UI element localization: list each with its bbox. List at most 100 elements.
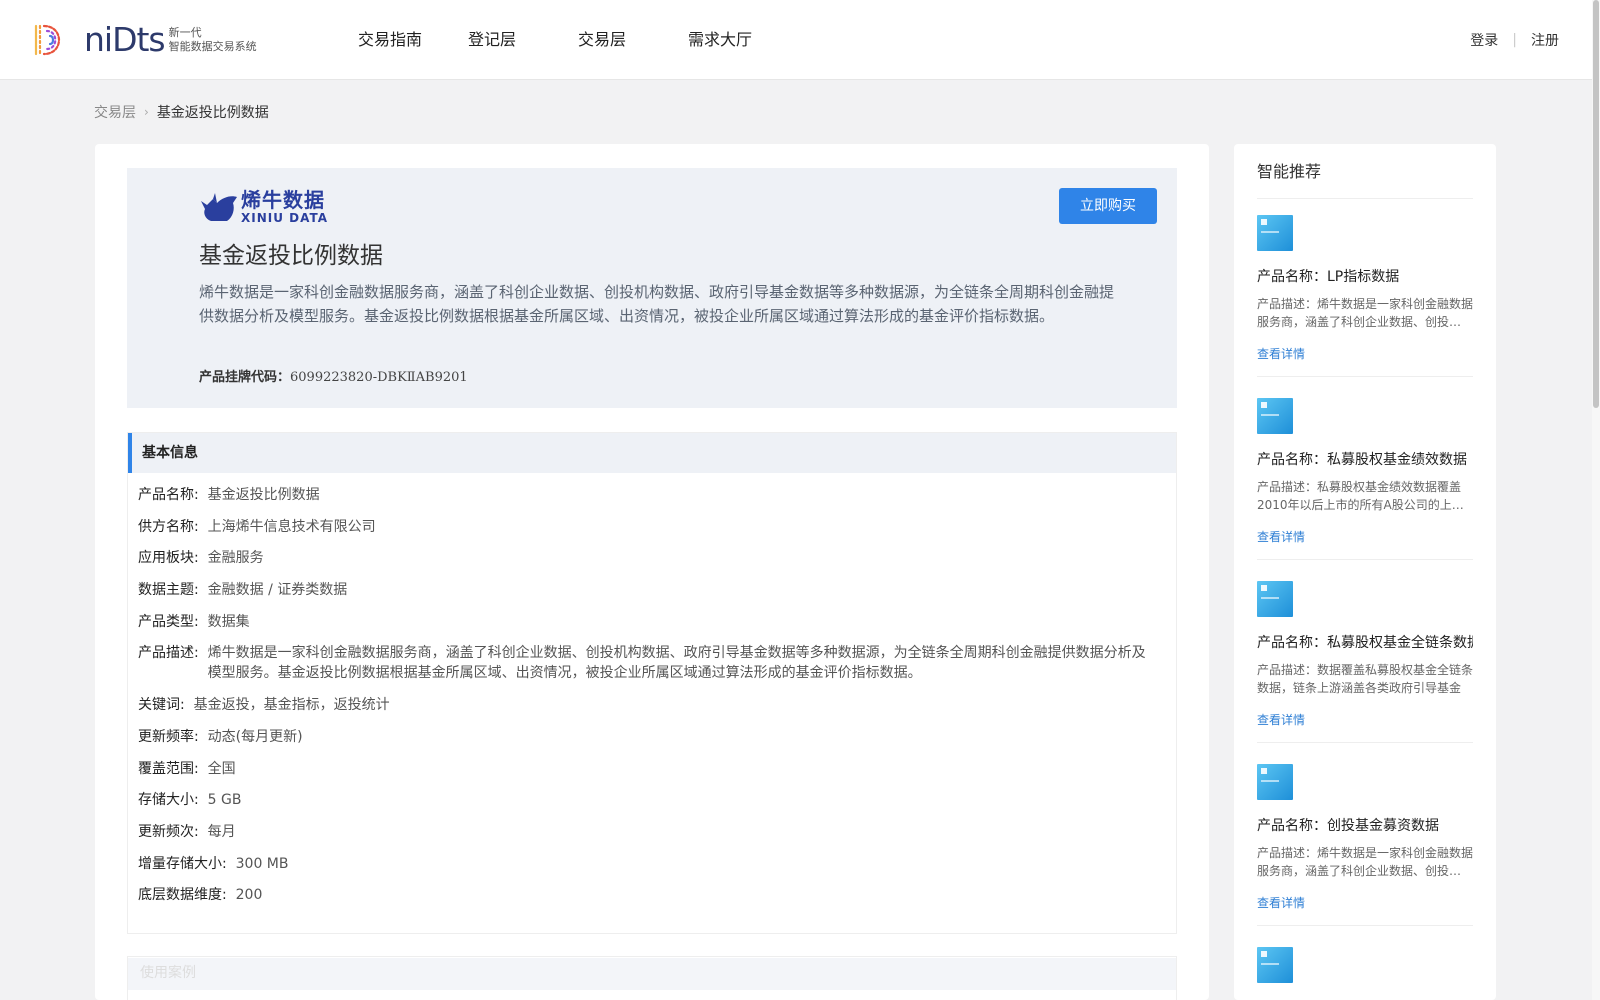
view-details-link[interactable]: 查看详情 xyxy=(1257,711,1473,728)
listing-code-label: 产品挂牌代码： xyxy=(199,370,291,385)
info-value: 300 MB xyxy=(235,855,289,872)
info-row-provider: 供方名称: 上海烯牛信息技术有限公司 xyxy=(138,517,1166,537)
info-row-description: 产品描述: 烯牛数据是一家科创金融数据服务商，涵盖了科创企业数据、创投机构数据、… xyxy=(138,643,1166,683)
item-divider xyxy=(1257,376,1473,377)
info-value: 金融数据 / 证券类数据 xyxy=(207,582,348,599)
view-details-link[interactable]: 查看详情 xyxy=(1257,528,1473,545)
view-details-link[interactable]: 查看详情 xyxy=(1257,894,1473,911)
nav-item-trading[interactable]: 交易层 xyxy=(578,0,688,80)
info-key: 产品描述: xyxy=(138,645,199,662)
info-value: 基金返投，基金指标，返投统计 xyxy=(193,697,390,714)
info-value: 全国 xyxy=(207,760,236,777)
info-key: 增量存储大小: xyxy=(138,855,227,872)
listing-code: 产品挂牌代码：6099223820-DBKⅡAB9201 xyxy=(199,366,468,385)
info-value: 基金返投比例数据 xyxy=(207,487,320,503)
product-title: 基金返投比例数据 xyxy=(199,243,383,269)
recommend-item-desc: 产品描述：私募股权基金绩效数据覆盖2010年以后上市的所有A股公司的上市前投资数… xyxy=(1257,480,1464,512)
product-thumbnail[interactable] xyxy=(1257,764,1293,800)
nav-item-demand-hall[interactable]: 需求大厅 xyxy=(688,0,798,80)
recommend-item-name[interactable]: 产品名称：私募股权基金全链条数据 xyxy=(1257,632,1473,652)
view-details-link[interactable]: 查看详情 xyxy=(1257,345,1473,362)
info-key: 数据主题: xyxy=(138,582,199,599)
main-nav: 交易指南 登记层 交易层 需求大厅 xyxy=(358,0,798,80)
recommend-item-name[interactable]: 产品名称：创投基金募资数据 xyxy=(1257,815,1473,835)
info-value: 上海烯牛信息技术有限公司 xyxy=(207,518,376,535)
info-key: 供方名称: xyxy=(138,518,199,535)
buy-now-button[interactable]: 立即购买 xyxy=(1059,188,1157,224)
info-row-update-cadence: 更新频次: 每月 xyxy=(138,822,1166,842)
recommend-item[interactable]: 产品名称：LP指标数据 产品描述：烯牛数据是一家科创金融数据服务商，涵盖了科创企… xyxy=(1257,215,1473,377)
product-thumbnail[interactable] xyxy=(1257,581,1293,617)
info-value: 烯牛数据是一家科创金融数据服务商，涵盖了科创企业数据、创投机构数据、政府引导基金… xyxy=(207,645,1146,682)
recommend-item[interactable] xyxy=(1257,947,1473,983)
info-value: 每月 xyxy=(207,823,236,840)
basic-info-section: 基本信息 产品名称: 基金返投比例数据 供方名称: 上海烯牛信息技术有限公司 应… xyxy=(127,432,1177,934)
login-link[interactable]: 登录 xyxy=(1470,30,1498,50)
info-row-incremental-storage: 增量存储大小: 300 MB xyxy=(138,854,1166,874)
recommend-item[interactable]: 产品名称：创投基金募资数据 产品描述：烯牛数据是一家科创金融数据服务商，涵盖了科… xyxy=(1257,764,1473,926)
breadcrumb: 交易层 › 基金返投比例数据 xyxy=(94,102,269,122)
listing-code-value: 6099223820-DBKⅡAB9201 xyxy=(290,370,468,385)
logo-mark-icon xyxy=(34,24,60,56)
register-link[interactable]: 注册 xyxy=(1531,30,1559,50)
info-key: 应用板块: xyxy=(138,550,199,567)
logo-tagline-2: 智能数据交易系统 xyxy=(168,40,257,53)
product-thumbnail[interactable] xyxy=(1257,947,1293,983)
recommend-item-desc: 产品描述：数据覆盖私募股权基金全链条数据，链条上游涵盖各类政府引导基金 xyxy=(1257,663,1473,695)
breadcrumb-current: 基金返投比例数据 xyxy=(156,105,269,121)
info-row-storage: 存储大小: 5 GB xyxy=(138,790,1166,810)
auth-links: 登录 | 注册 xyxy=(1470,0,1559,80)
info-row-coverage: 覆盖范围: 全国 xyxy=(138,759,1166,779)
sidebar-divider xyxy=(1257,198,1473,199)
nav-item-registration[interactable]: 登记层 xyxy=(468,0,578,80)
info-key: 存储大小: xyxy=(138,792,199,809)
info-key: 底层数据维度: xyxy=(138,887,227,904)
scrollbar-thumb[interactable] xyxy=(1593,0,1599,408)
site-logo[interactable]: niDts 新一代 智能数据交易系统 xyxy=(30,20,257,60)
info-value: 动态(每月更新) xyxy=(207,728,303,745)
info-key: 更新频次: xyxy=(138,823,199,840)
nav-item-guide[interactable]: 交易指南 xyxy=(358,0,468,80)
info-key: 更新频率: xyxy=(138,728,199,745)
recommend-item[interactable]: 产品名称：私募股权基金全链条数据 产品描述：数据覆盖私募股权基金全链条数据，链条… xyxy=(1257,581,1473,743)
recommend-item-desc: 产品描述：烯牛数据是一家科创金融数据服务商，涵盖了科创企业数据、创投机构数据 xyxy=(1257,846,1473,878)
item-divider xyxy=(1257,559,1473,560)
info-row-topic: 数据主题: 金融数据 / 证券类数据 xyxy=(138,580,1166,600)
sidebar-title: 智能推荐 xyxy=(1257,162,1322,181)
info-value: 金融服务 xyxy=(207,550,264,567)
item-divider xyxy=(1257,742,1473,743)
recommend-item-name[interactable]: 产品名称：私募股权基金绩效数据 xyxy=(1257,449,1473,469)
provider-logo: 烯牛数据 XINIU DATA xyxy=(199,190,328,224)
auth-divider: | xyxy=(1512,32,1517,48)
item-divider xyxy=(1257,925,1473,926)
info-row-sector: 应用板块: 金融服务 xyxy=(138,548,1166,568)
info-value: 数据集 xyxy=(207,613,250,630)
use-cases-section: 使用案例 xyxy=(127,956,1177,1000)
info-row-keywords: 关键词: 基金返投，基金指标，返投统计 xyxy=(138,695,1166,715)
basic-info-list: 产品名称: 基金返投比例数据 供方名称: 上海烯牛信息技术有限公司 应用板块: … xyxy=(128,473,1176,905)
info-row-product-name: 产品名称: 基金返投比例数据 xyxy=(138,485,1166,505)
recommend-item[interactable]: 产品名称：私募股权基金绩效数据 产品描述：私募股权基金绩效数据覆盖2010年以后… xyxy=(1257,398,1473,560)
logo-tagline-1: 新一代 xyxy=(168,26,202,39)
provider-name-cn: 烯牛数据 xyxy=(241,188,325,212)
product-detail-card: 烯牛数据 XINIU DATA 立即购买 基金返投比例数据 烯牛数据是一家科创金… xyxy=(95,144,1209,1000)
breadcrumb-trading-link[interactable]: 交易层 xyxy=(94,102,136,122)
use-cases-heading: 使用案例 xyxy=(128,958,1176,990)
page-scrollbar[interactable] xyxy=(1592,0,1600,1000)
product-thumbnail[interactable] xyxy=(1257,398,1293,434)
chevron-right-icon: › xyxy=(144,105,149,119)
info-row-dimensions: 底层数据维度: 200 xyxy=(138,885,1166,905)
recommend-item-desc: 产品描述：烯牛数据是一家科创金融数据服务商，涵盖了科创企业数据、创投机构数据 xyxy=(1257,297,1473,329)
recommend-item-name[interactable]: 产品名称：LP指标数据 xyxy=(1257,266,1473,286)
logo-tagline: 新一代 智能数据交易系统 xyxy=(169,26,257,54)
info-key: 关键词: xyxy=(138,697,185,714)
product-thumbnail[interactable] xyxy=(1257,215,1293,251)
info-value: 5 GB xyxy=(207,792,242,809)
product-description: 烯牛数据是一家科创金融数据服务商，涵盖了科创企业数据、创投机构数据、政府引导基金… xyxy=(199,283,1115,325)
info-value: 200 xyxy=(235,887,263,904)
info-key: 产品名称: xyxy=(138,487,199,503)
info-row-update-frequency: 更新频率: 动态(每月更新) xyxy=(138,727,1166,747)
provider-name-en: XINIU DATA xyxy=(241,211,329,225)
info-row-type: 产品类型: 数据集 xyxy=(138,612,1166,632)
logo-wordmark: niDts xyxy=(84,20,166,59)
